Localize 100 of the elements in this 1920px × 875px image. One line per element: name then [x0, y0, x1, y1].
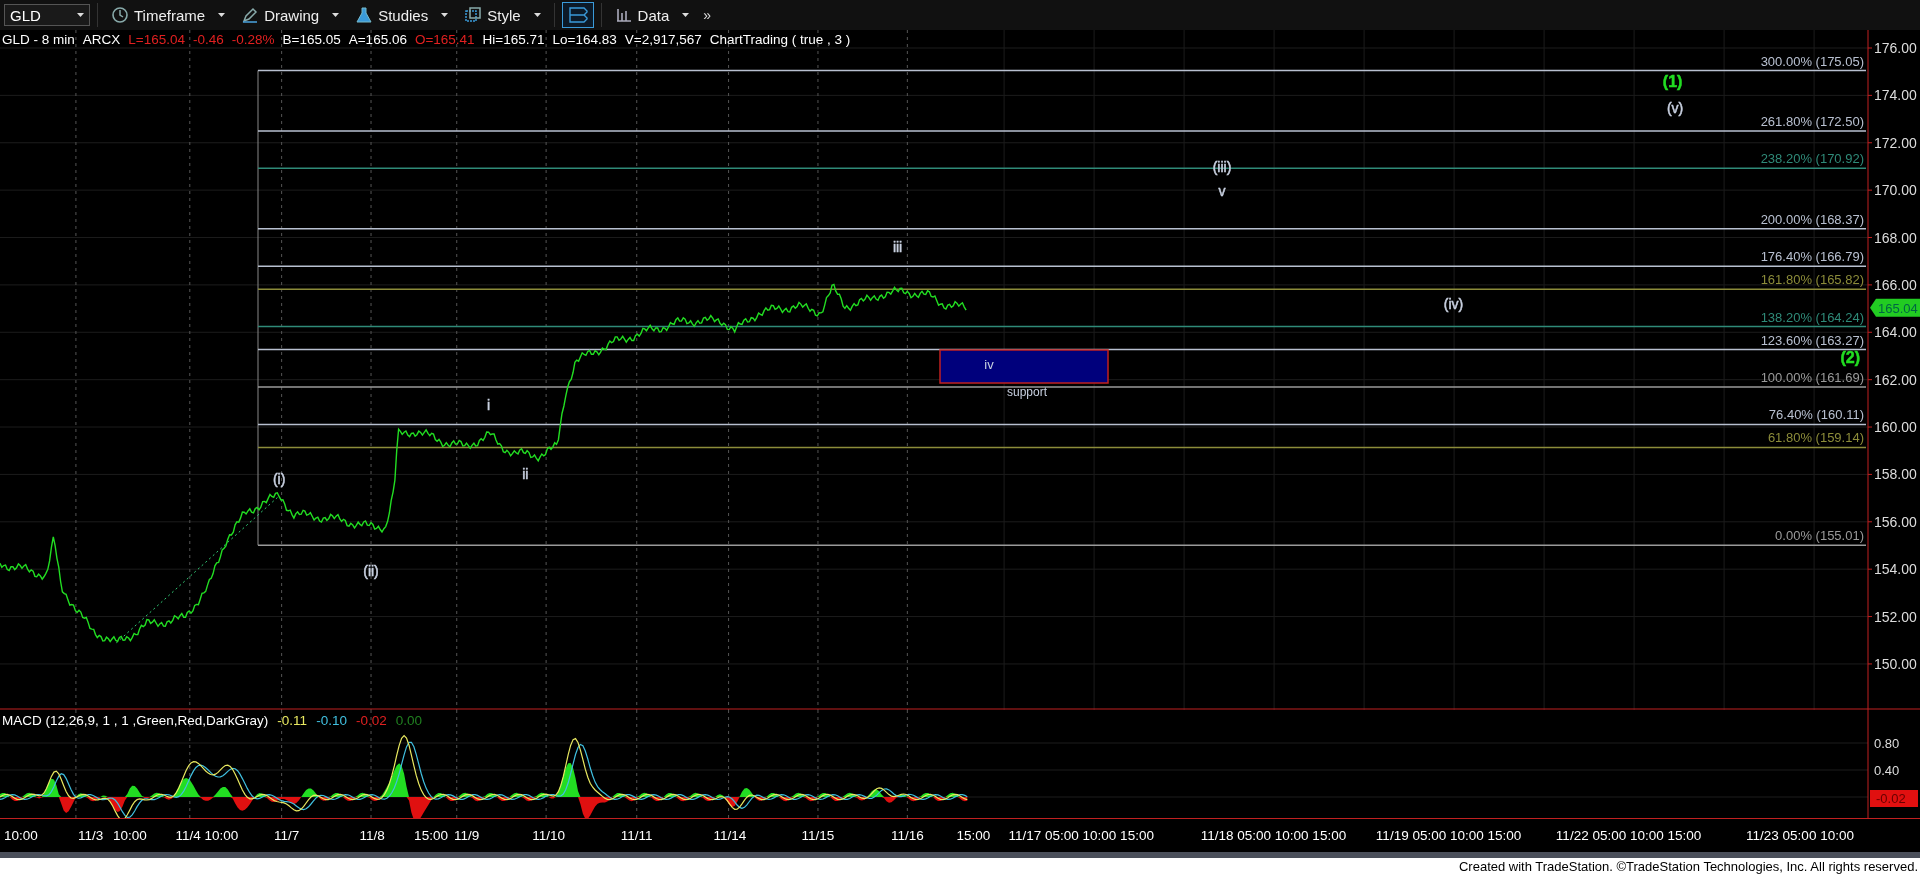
- fib-level-label: 238.20% (170.92): [1760, 151, 1864, 167]
- overflow-button[interactable]: »: [699, 7, 716, 23]
- macd-value: -0.10: [316, 713, 347, 728]
- layout-icon: [566, 6, 589, 24]
- macd-value: 0.00: [395, 713, 422, 728]
- caret-icon: [533, 13, 541, 17]
- time-axis-label: 11/8: [359, 828, 385, 843]
- last-price-tag: 165.04: [1870, 298, 1920, 317]
- fib-level-label: 138.20% (164.24): [1760, 309, 1864, 325]
- wave-label: iv: [984, 357, 994, 372]
- price-axis-label: 172.00: [1874, 134, 1917, 151]
- time-axis-label: 11/23 05:00 10:00: [1746, 828, 1854, 843]
- toolbar-menu-button[interactable]: Studies: [349, 4, 455, 26]
- scrollbar[interactable]: [0, 852, 1920, 858]
- time-axis-label: 11/15: [801, 828, 835, 843]
- toolbar-menu-button[interactable]: Timeframe: [105, 4, 232, 26]
- price-axis-label: 162.00: [1874, 371, 1917, 388]
- fib-level-label: 176.40% (166.79): [1760, 249, 1864, 265]
- price-axis-label: 174.00: [1874, 87, 1917, 104]
- time-axis-label: 11/10: [532, 828, 565, 843]
- time-axis-label: 10:00: [112, 828, 147, 843]
- last-macd-tag: -0.02: [1870, 790, 1918, 807]
- time-axis-label: 15:00: [956, 828, 991, 843]
- wave-label: (i): [272, 470, 286, 487]
- fib-level-label: 123.60% (163.27): [1760, 332, 1864, 348]
- time-axis-label: 15:00: [414, 828, 448, 843]
- legend-text: B=165.05: [282, 32, 341, 47]
- fib-level-label: 0.00% (155.01): [1775, 528, 1864, 544]
- time-axis-label: 11/7: [273, 828, 300, 843]
- price-axis-label: 154.00: [1874, 561, 1917, 578]
- legend-text: A=165.06: [348, 32, 407, 47]
- legend-text: L=165.04: [128, 32, 185, 47]
- legend-text: Hi=165.71: [482, 32, 545, 47]
- time-axis-label: 11/3: [77, 828, 104, 843]
- legend-text: -0.28%: [231, 32, 275, 47]
- support-label: support: [1007, 385, 1047, 399]
- time-axis-label: 11/4 10:00: [175, 828, 239, 843]
- wave-label: i: [487, 397, 491, 414]
- pen-icon: [241, 6, 260, 24]
- caret-icon: [682, 13, 690, 17]
- toolbar-menu-button[interactable]: Style: [458, 4, 547, 26]
- wave-label: (2): [1840, 348, 1860, 366]
- price-axis-label: 164.00: [1874, 324, 1917, 341]
- caret-icon: [441, 13, 449, 17]
- caret-icon: [332, 13, 340, 17]
- symbol-field[interactable]: GLD: [4, 4, 90, 26]
- wave-label: (1): [1662, 73, 1683, 91]
- price-axis-label: 150.00: [1874, 655, 1917, 672]
- toolbar-menu-button[interactable]: Data: [608, 4, 696, 26]
- fib-level-label: 261.80% (172.50): [1760, 113, 1864, 129]
- caret-icon: [77, 13, 84, 17]
- time-axis-label: 11/17 05:00 10:00 15:00: [1008, 828, 1154, 843]
- legend-text: ARCX: [82, 32, 121, 47]
- price-axis-label: 158.00: [1874, 466, 1917, 483]
- wave-label: iii: [892, 239, 903, 256]
- toolbar-menu-button[interactable]: Drawing: [235, 4, 346, 26]
- legend-text: V=2,917,567: [624, 32, 702, 47]
- time-axis-label: 11/11: [620, 828, 653, 843]
- squares-icon: [464, 6, 483, 24]
- price-axis-label: 168.00: [1874, 229, 1917, 246]
- legend-text: O=165.41: [414, 32, 475, 47]
- macd-value: -0.11: [277, 713, 308, 728]
- time-axis-label: 11/14: [713, 828, 747, 843]
- macd-value: -0.02: [355, 713, 387, 728]
- time-axis-label: 11/16: [890, 828, 924, 843]
- price-axis-label: 166.00: [1874, 276, 1917, 293]
- price-axis-label: 152.00: [1874, 608, 1917, 625]
- clock-icon: [111, 6, 129, 24]
- fib-level-label: 161.80% (165.82): [1760, 272, 1864, 288]
- price-axis-label: 176.00: [1874, 40, 1917, 56]
- layout-toggle-button[interactable]: [561, 2, 594, 28]
- fib-level-label: 300.00% (175.05): [1760, 53, 1864, 69]
- time-axis-label: 11/18 05:00 10:00 15:00: [1200, 828, 1347, 843]
- time-axis-label: 10:00: [3, 828, 38, 843]
- time-axis-label: 11/9: [453, 828, 480, 843]
- price-axis-label: 170.00: [1874, 182, 1917, 199]
- time-axis-label: 11/22 05:00 10:00 15:00: [1555, 828, 1702, 843]
- caret-icon: [218, 13, 226, 17]
- macd-axis-label: 0.80: [1874, 736, 1900, 751]
- legend-text: ChartTrading ( true , 3 ): [709, 32, 851, 47]
- macd-axis-label: 0.40: [1874, 763, 1900, 778]
- legend-text: GLD - 8 min: [2, 32, 75, 47]
- fib-level-label: 100.00% (161.69): [1760, 370, 1864, 385]
- wave-label: (v): [1666, 99, 1684, 116]
- wave-label: ii: [522, 465, 529, 482]
- legend-text: -0.46: [193, 32, 224, 47]
- wave-label: (iv): [1443, 295, 1464, 312]
- macd-title: MACD (12,26,9, 1 , 1 ,Green,Red,DarkGray): [2, 713, 269, 728]
- copyright-text: Created with TradeStation. ©TradeStation Technologies, Inc. All rights reserved.: [1458, 859, 1918, 874]
- fib-level-label: 76.40% (160.11): [1768, 407, 1864, 423]
- bar-chart-icon: [614, 6, 633, 24]
- flask-icon: [355, 6, 374, 24]
- legend-text: Lo=164.83: [552, 32, 617, 47]
- wave-label: (ii): [363, 562, 379, 579]
- wave-label: v: [1218, 183, 1226, 199]
- time-axis-label: 11/19 05:00 10:00 15:00: [1375, 828, 1522, 843]
- price-axis-label: 160.00: [1874, 419, 1917, 436]
- fib-level-label: 200.00% (168.37): [1760, 211, 1864, 227]
- fib-level-label: 61.80% (159.14): [1767, 430, 1864, 446]
- price-axis-label: 156.00: [1874, 513, 1917, 530]
